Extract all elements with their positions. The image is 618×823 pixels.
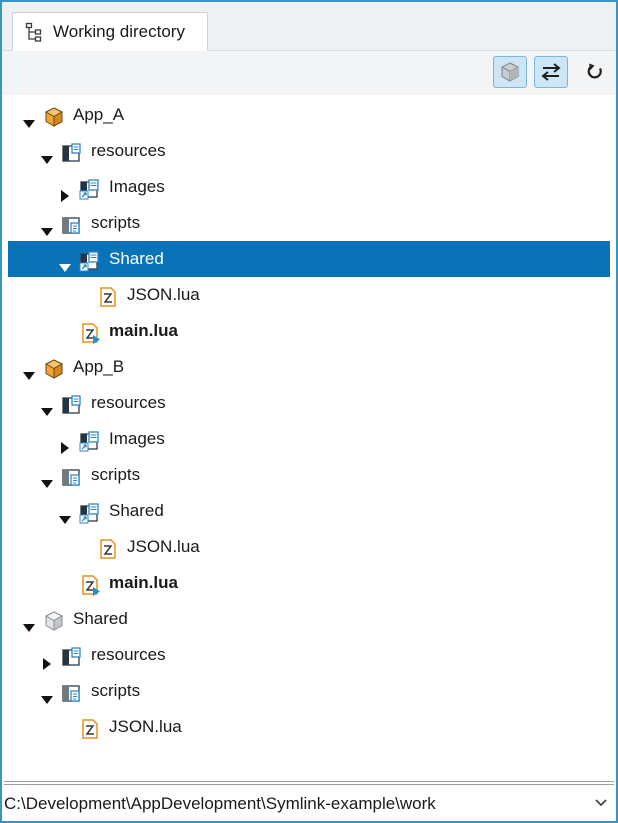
collapsed-triangle-icon[interactable] — [58, 432, 72, 454]
tree-node-label: Shared — [73, 609, 128, 628]
expand-triangle-icon[interactable] — [40, 144, 54, 164]
tree-node[interactable]: scripts — [8, 673, 610, 709]
expand-triangle-icon[interactable] — [40, 396, 54, 416]
tree-node[interactable]: JSON.lua — [8, 277, 610, 313]
library-project-icon — [43, 609, 65, 631]
tree-node-label: Shared — [109, 501, 164, 520]
splitter-line — [4, 781, 614, 782]
tree-node[interactable]: Images — [8, 421, 610, 457]
tree-node[interactable]: JSON.lua — [8, 529, 610, 565]
linked-folder-icon — [79, 177, 101, 200]
tree-node-label: resources — [91, 141, 166, 160]
resources-folder-icon — [61, 141, 83, 163]
lua-file-icon — [79, 717, 101, 739]
expand-triangle-icon[interactable] — [40, 684, 54, 704]
expand-triangle-icon[interactable] — [58, 504, 72, 524]
linked-folder-icon — [79, 429, 101, 452]
tree-node[interactable]: main.lua — [8, 313, 610, 349]
tree-node[interactable]: App_A — [8, 97, 610, 133]
path-text: C:\Development\AppDevelopment\Symlink-ex… — [4, 794, 436, 813]
tree-node-label: App_B — [73, 357, 125, 376]
tree-node-label: JSON.lua — [127, 285, 200, 304]
tree-structure-icon — [25, 22, 42, 42]
tree-node[interactable]: Shared — [8, 493, 610, 529]
chevron-down-icon[interactable] — [594, 798, 608, 808]
tab-label: Working directory — [53, 22, 185, 41]
show-projects-button[interactable] — [493, 56, 527, 88]
resources-folder-icon — [61, 645, 83, 667]
tree-node[interactable]: Images — [8, 169, 610, 205]
tree-node-label: scripts — [91, 681, 141, 700]
tree-node-label: resources — [91, 393, 166, 412]
tree-node-label: main.lua — [109, 321, 178, 340]
resources-folder-icon — [61, 393, 83, 415]
tree-node-label: Images — [109, 429, 165, 448]
tree-node[interactable]: resources — [8, 133, 610, 169]
tree-node-label: scripts — [91, 213, 141, 232]
tree-node-label: main.lua — [109, 573, 178, 592]
scripts-folder-icon — [61, 465, 83, 487]
linked-folder-icon — [79, 249, 101, 272]
tree-node-label: JSON.lua — [127, 537, 200, 556]
splitter-line — [4, 784, 614, 785]
tree-node-label: Images — [109, 177, 165, 196]
lua-main-file-icon — [79, 573, 101, 596]
expand-triangle-icon[interactable] — [22, 108, 36, 128]
collapsed-triangle-icon[interactable] — [58, 180, 72, 202]
tab-strip: Working directory — [2, 2, 616, 51]
tree-node-label: Shared — [109, 249, 164, 268]
tree-node[interactable]: main.lua — [8, 565, 610, 601]
tree-node[interactable]: scripts — [8, 457, 610, 493]
project-icon — [43, 105, 65, 127]
tree-node[interactable]: scripts — [8, 205, 610, 241]
expand-triangle-icon[interactable] — [22, 612, 36, 632]
tree-node[interactable]: JSON.lua — [8, 709, 610, 745]
tree-node-label: scripts — [91, 465, 141, 484]
project-icon — [43, 357, 65, 379]
lua-file-icon — [97, 285, 119, 307]
tree-node[interactable]: App_B — [8, 349, 610, 385]
tree-node[interactable]: Shared — [8, 601, 610, 637]
lua-main-file-icon — [79, 321, 101, 344]
refresh-icon — [587, 63, 602, 79]
scripts-folder-icon — [61, 681, 83, 703]
tree-node-label: App_A — [73, 105, 125, 124]
tab-working-directory[interactable]: Working directory — [12, 12, 208, 51]
working-directory-panel: Working directory App_A resources Images… — [0, 0, 618, 823]
tree-node[interactable]: Shared — [8, 241, 610, 277]
expand-triangle-icon[interactable] — [58, 252, 72, 272]
link-editor-button[interactable] — [534, 56, 568, 88]
link-arrows-icon — [541, 63, 561, 81]
lua-file-icon — [97, 537, 119, 559]
refresh-button[interactable] — [578, 56, 612, 88]
cube-icon — [501, 62, 519, 82]
scripts-folder-icon — [61, 213, 83, 235]
linked-folder-icon — [79, 501, 101, 524]
tree-node[interactable]: resources — [8, 637, 610, 673]
expand-triangle-icon[interactable] — [40, 216, 54, 236]
tree-node[interactable]: resources — [8, 385, 610, 421]
tree-node-label: JSON.lua — [109, 717, 182, 736]
toolbar — [2, 51, 616, 95]
path-combobox[interactable]: C:\Development\AppDevelopment\Symlink-ex… — [2, 787, 616, 821]
collapsed-triangle-icon[interactable] — [40, 648, 54, 670]
expand-triangle-icon[interactable] — [40, 468, 54, 488]
expand-triangle-icon[interactable] — [22, 360, 36, 380]
tree-node-label: resources — [91, 645, 166, 664]
